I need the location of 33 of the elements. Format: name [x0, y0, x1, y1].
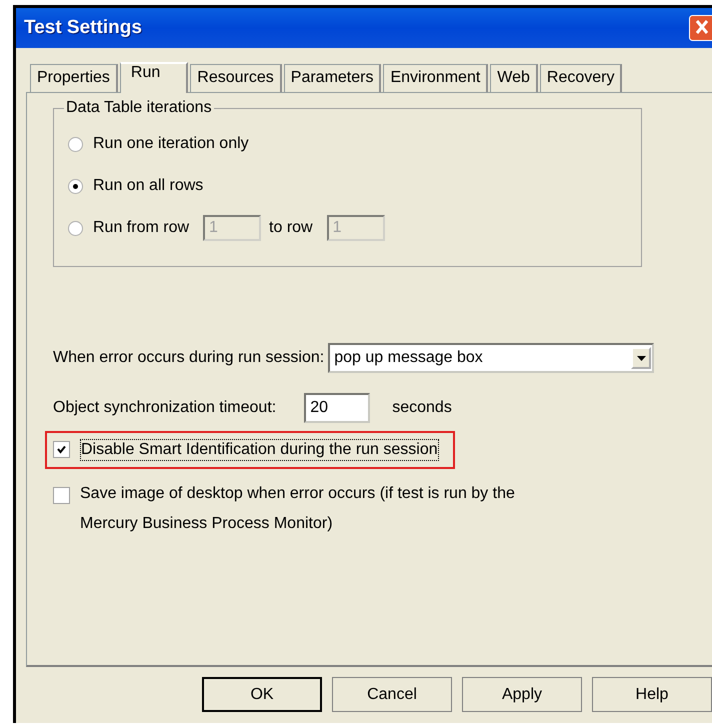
checkbox-label[interactable]: Disable Smart Identification during the run session [80, 439, 439, 461]
tab[interactable]: Resources [190, 64, 282, 92]
dialog-button[interactable]: Help [592, 677, 712, 712]
radio-button[interactable] [68, 136, 83, 152]
radio-label[interactable]: Run from row [93, 219, 190, 237]
radio-label[interactable]: Run on all rows [93, 177, 204, 195]
tab[interactable]: Environment [383, 64, 488, 92]
tab[interactable]: Parameters [284, 64, 382, 92]
error-dropdown[interactable]: pop up message box [328, 343, 654, 373]
dialog-button[interactable]: OK [202, 677, 322, 712]
tab[interactable]: Recovery [540, 64, 622, 92]
dialog-button[interactable]: Cancel [332, 677, 452, 712]
checkbox-label[interactable]: Save image of desktop when error occurs (if test is run by the Mercury Business Process Monitor) [80, 479, 550, 539]
radio-button[interactable] [68, 220, 83, 236]
timeout-unit: seconds [392, 399, 452, 417]
window-title: Test Settings [24, 17, 142, 39]
to-row-label: to row [269, 219, 313, 237]
checkbox[interactable] [53, 441, 70, 458]
radio-label[interactable]: Run one iteration only [93, 135, 249, 153]
dropdown-button[interactable] [631, 347, 652, 369]
tab[interactable]: Run [120, 62, 188, 93]
dialog-button[interactable]: Apply [462, 677, 582, 712]
checkbox[interactable] [53, 487, 70, 504]
check-icon [57, 445, 66, 454]
caret-icon [636, 356, 646, 360]
timeout-field[interactable]: 20 [304, 393, 370, 423]
tab[interactable]: Web [490, 64, 538, 92]
timeout-label: Object synchronization timeout: [53, 399, 276, 417]
tab[interactable]: Properties [30, 64, 118, 92]
close-icon[interactable] [689, 15, 712, 41]
group-title: Data Table iterations [65, 99, 213, 117]
error-label: When error occurs during run session: [53, 349, 324, 367]
radio-button[interactable] [68, 178, 83, 194]
